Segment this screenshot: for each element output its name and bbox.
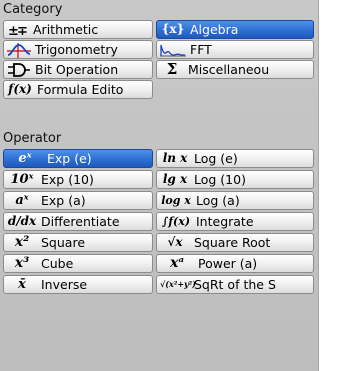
operator-button-power-a[interactable]: xᵃ Power (a)	[156, 254, 314, 273]
category-button-label: Bit Operation	[35, 62, 119, 77]
category-button-label: FFT	[190, 42, 212, 57]
operator-button-label: Log (10)	[194, 172, 246, 187]
operator-button-label: Power (a)	[198, 256, 258, 271]
exp-10-icon: 10ˣ	[10, 172, 34, 187]
operator-button-square[interactable]: x² Square	[3, 233, 153, 252]
operator-button-sqrt-sum-squares[interactable]: √(x²+y²) SqRt of the S	[156, 275, 314, 294]
operator-button-label: Square	[41, 235, 86, 250]
operator-button-log-a[interactable]: log x Log (a)	[156, 191, 314, 210]
square-icon: x²	[14, 234, 30, 250]
sine-wave-icon	[7, 42, 31, 58]
category-button-trigonometry[interactable]: Trigonometry	[3, 40, 153, 59]
derivative-icon: d/dx	[7, 214, 37, 228]
category-button-label: Formula Edito	[37, 82, 124, 97]
operator-button-log-e[interactable]: ln x Log (e)	[156, 149, 314, 168]
category-title: Category	[3, 2, 63, 17]
cube-icon: x³	[14, 255, 30, 271]
operator-button-label: Exp (a)	[41, 193, 86, 208]
function-fx-icon: f(x)	[8, 82, 32, 96]
exp-e-icon: eˣ	[18, 151, 32, 166]
category-button-algebra[interactable]: {x} Algebra	[156, 20, 314, 39]
category-button-label: Algebra	[190, 22, 239, 37]
operator-button-label: Integrate	[196, 214, 254, 229]
operator-button-label: Square Root	[194, 235, 271, 250]
operator-button-label: Inverse	[41, 277, 88, 292]
logic-gate-icon	[7, 62, 31, 78]
operator-button-log-10[interactable]: lg x Log (10)	[156, 170, 314, 189]
category-button-label: Arithmetic	[33, 22, 99, 37]
svg-text:∓: ∓	[17, 24, 27, 38]
algebra-braces-icon: {x}	[161, 22, 185, 36]
function-panel: Category ± ∓ Arithmetic {x} Algebra Trigo…	[0, 0, 319, 371]
log10-icon: lg x	[162, 172, 188, 186]
operator-button-label: Differentiate	[41, 214, 120, 229]
category-button-label: Trigonometry	[35, 42, 118, 57]
operator-button-label: Log (e)	[194, 151, 238, 166]
exp-a-icon: aˣ	[15, 193, 29, 208]
log-a-icon: log x	[161, 194, 191, 207]
category-button-bit-operation[interactable]: Bit Operation	[3, 60, 153, 79]
power-a-icon: xᵃ	[169, 255, 185, 271]
operator-button-label: Exp (e)	[47, 151, 92, 166]
category-button-fft[interactable]: FFT	[156, 40, 314, 59]
operator-button-label: Exp (10)	[41, 172, 94, 187]
operator-button-label: SqRt of the S	[194, 277, 276, 292]
category-button-formula-editor[interactable]: f(x) Formula Edito	[3, 80, 153, 99]
sigma-icon: Σ	[166, 60, 178, 78]
integral-icon: ∫f(x)	[161, 215, 191, 228]
square-root-icon: √x	[167, 235, 183, 249]
category-button-arithmetic[interactable]: ± ∓ Arithmetic	[3, 20, 153, 39]
plus-minus-icon: ± ∓	[7, 22, 29, 38]
ln-icon: ln x	[162, 151, 188, 165]
operator-button-exp-a[interactable]: aˣ Exp (a)	[3, 191, 153, 210]
inverse-icon: x̄	[18, 277, 26, 292]
operator-button-inverse[interactable]: x̄ Inverse	[3, 275, 153, 294]
operator-button-cube[interactable]: x³ Cube	[3, 254, 153, 273]
operator-button-integrate[interactable]: ∫f(x) Integrate	[156, 212, 314, 231]
operator-button-label: Log (a)	[196, 193, 240, 208]
category-button-miscellaneous[interactable]: Σ Miscellaneou	[156, 60, 314, 79]
operator-button-exp-e[interactable]: eˣ Exp (e)	[3, 149, 153, 168]
operator-title: Operator	[3, 131, 62, 146]
operator-button-exp-10[interactable]: 10ˣ Exp (10)	[3, 170, 153, 189]
operator-button-square-root[interactable]: √x Square Root	[156, 233, 314, 252]
sqrt-sum-squares-icon: √(x²+y²)	[160, 279, 196, 289]
category-button-label: Miscellaneou	[188, 62, 270, 77]
operator-button-label: Cube	[41, 256, 74, 271]
fft-spectrum-icon	[160, 42, 186, 58]
operator-button-differentiate[interactable]: d/dx Differentiate	[3, 212, 153, 231]
